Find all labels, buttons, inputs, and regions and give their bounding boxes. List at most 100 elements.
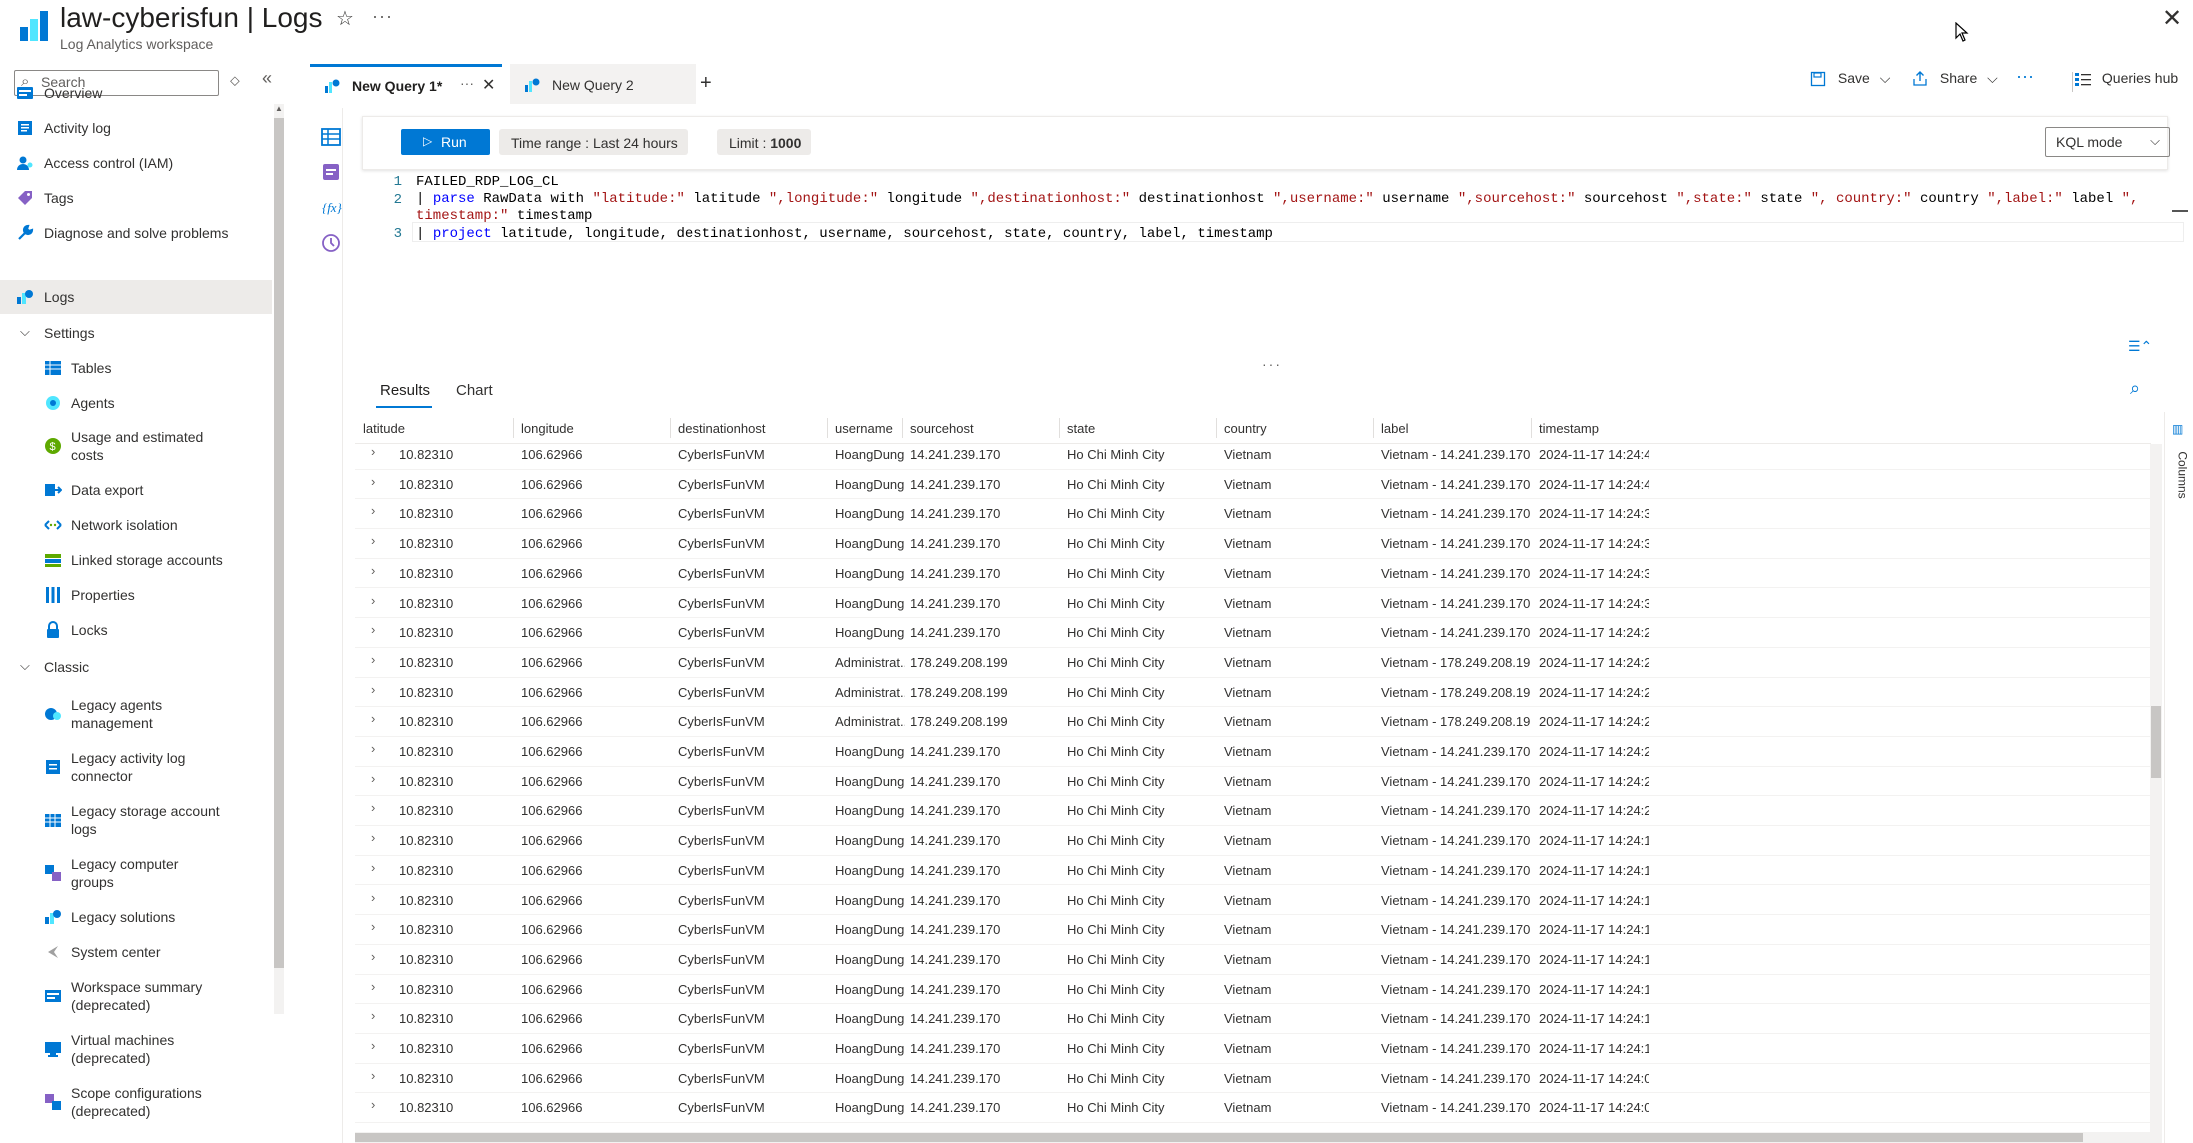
column-separator[interactable]	[513, 418, 514, 438]
tab-chart[interactable]: Chart	[456, 382, 493, 399]
expand-row-chevron-icon[interactable]: ›	[371, 860, 375, 875]
sidebar-item-network-isolation[interactable]: Network isolation	[0, 508, 272, 542]
expand-row-chevron-icon[interactable]: ›	[371, 622, 375, 637]
table-row[interactable]: › 10.82310 106.62966 CyberIsFunVM HoangDung 1…	[355, 915, 2151, 945]
tab-more-icon[interactable]: ···	[460, 75, 474, 91]
sidebar-item-usage[interactable]: $ Usage and estimated costs	[0, 420, 272, 472]
column-separator[interactable]	[1373, 418, 1374, 438]
column-header-sourcehost[interactable]: sourcehost	[910, 421, 974, 436]
expand-row-chevron-icon[interactable]: ›	[371, 593, 375, 608]
table-row[interactable]: › 10.82310 106.62966 CyberIsFunVM HoangDung 1…	[355, 529, 2151, 559]
table-row[interactable]: › 10.82310 106.62966 CyberIsFunVM HoangDung 1…	[355, 1034, 2151, 1064]
column-header-timestamp[interactable]: timestamp	[1539, 421, 1599, 436]
sidebar-item-logs[interactable]: Logs	[0, 280, 272, 314]
results-vertical-scrollbar[interactable]	[2150, 444, 2162, 1134]
sidebar-item-diagnose[interactable]: Diagnose and solve problems	[0, 216, 272, 250]
sidebar-item-legacy-computer-groups[interactable]: Legacy computer groups	[0, 847, 272, 899]
table-row[interactable]: › 10.82310 106.62966 CyberIsFunVM HoangDung 1…	[355, 886, 2151, 916]
sidebar-item-scope-configurations[interactable]: Scope configurations (deprecated)	[0, 1076, 272, 1128]
expand-row-chevron-icon[interactable]: ›	[371, 1068, 375, 1083]
table-row[interactable]: › 10.82310 106.62966 CyberIsFunVM HoangDung 1…	[355, 945, 2151, 975]
expand-row-chevron-icon[interactable]: ›	[371, 1038, 375, 1053]
expand-row-chevron-icon[interactable]: ›	[371, 533, 375, 548]
resize-handle-icon[interactable]: ···	[1262, 356, 1282, 372]
table-row[interactable]: › 10.82310 106.62966 CyberIsFunVM HoangDung 1…	[355, 796, 2151, 827]
more-toolbar-icon[interactable]: ···	[2016, 66, 2034, 87]
table-row[interactable]: › 10.82310 106.62966 CyberIsFunVM Administra…	[355, 707, 2151, 737]
time-range-picker[interactable]: Time range : Last 24 hours	[499, 129, 688, 155]
sidebar-item-agents[interactable]: Agents	[0, 386, 272, 420]
column-header-destinationhost[interactable]: destinationhost	[678, 421, 765, 436]
kql-mode-dropdown[interactable]: KQL mode ⌵	[2045, 127, 2170, 157]
tab-close-icon[interactable]: ✕	[482, 75, 495, 95]
column-header-label[interactable]: label	[1381, 421, 1408, 436]
results-horizontal-scrollbar-thumb[interactable]	[355, 1133, 2083, 1142]
table-row[interactable]: › 10.82310 106.62966 CyberIsFunVM HoangDung 1…	[355, 1004, 2151, 1034]
sidebar-item-workspace-summary[interactable]: Workspace summary (deprecated)	[0, 970, 272, 1022]
expand-row-chevron-icon[interactable]: ›	[371, 1097, 375, 1112]
limit-picker[interactable]: Limit : 1000	[717, 129, 812, 155]
column-header-country[interactable]: country	[1224, 421, 1267, 436]
expand-row-chevron-icon[interactable]: ›	[371, 830, 375, 845]
results-search-icon[interactable]: ⌕	[2130, 378, 2140, 399]
column-separator[interactable]	[1216, 418, 1217, 438]
tab-results[interactable]: Results	[380, 382, 430, 399]
sidebar-item-tables[interactable]: Tables	[0, 351, 272, 385]
tables-rail-icon[interactable]	[320, 126, 342, 148]
sidebar-item-virtual-machines[interactable]: Virtual machines (deprecated)	[0, 1023, 272, 1075]
column-separator[interactable]	[1531, 418, 1532, 438]
expand-row-chevron-icon[interactable]: ›	[371, 1008, 375, 1023]
tab-new-query-1[interactable]: New Query 1* ··· ✕	[310, 64, 502, 104]
expand-row-chevron-icon[interactable]: ›	[371, 919, 375, 934]
table-row[interactable]: › 10.82310 106.62966 CyberIsFunVM HoangDung 1…	[355, 499, 2151, 530]
table-row[interactable]: › 10.82310 106.62966 CyberIsFunVM HoangDung 1…	[355, 826, 2151, 856]
table-row[interactable]: › 10.82310 106.62966 CyberIsFunVM HoangDung 1…	[355, 618, 2151, 648]
sidebar-item-locks[interactable]: Locks	[0, 613, 272, 647]
sidebar-scrollbar-thumb[interactable]	[274, 118, 284, 968]
sidebar-item-iam[interactable]: Access control (IAM)	[0, 146, 272, 180]
expand-row-chevron-icon[interactable]: ›	[371, 890, 375, 905]
expand-row-chevron-icon[interactable]: ›	[371, 741, 375, 756]
scroll-up-arrow-icon[interactable]: ▲	[275, 104, 283, 113]
columns-side-panel[interactable]: ▥ Columns	[2164, 412, 2193, 1143]
sidebar-item-data-export[interactable]: Data export	[0, 473, 272, 507]
table-row[interactable]: › 10.82310 106.62966 CyberIsFunVM HoangDung 1…	[355, 589, 2151, 619]
sidebar-item-legacy-activity[interactable]: Legacy activity log connector	[0, 741, 272, 793]
column-separator[interactable]	[1059, 418, 1060, 438]
table-row[interactable]: › 10.82310 106.62966 CyberIsFunVM HoangDung 1…	[355, 470, 2151, 500]
sidebar-item-activity-log[interactable]: Activity log	[0, 111, 272, 145]
table-row[interactable]: › 10.82310 106.62966 CyberIsFunVM HoangDung 1…	[355, 1093, 2151, 1124]
collapse-editor-icon[interactable]: ☰⌃	[2128, 338, 2152, 355]
expand-row-chevron-icon[interactable]: ›	[371, 949, 375, 964]
sidebar-item-legacy-agents[interactable]: Legacy agents management	[0, 688, 272, 740]
column-separator[interactable]	[827, 418, 828, 438]
expand-row-chevron-icon[interactable]: ›	[371, 444, 375, 459]
expand-row-chevron-icon[interactable]: ›	[371, 711, 375, 726]
sidebar-item-legacy-solutions[interactable]: Legacy solutions	[0, 900, 272, 934]
sidebar-item-system-center[interactable]: System center	[0, 935, 272, 969]
table-row[interactable]: › 10.82310 106.62966 CyberIsFunVM HoangDung 1…	[355, 856, 2151, 886]
column-separator[interactable]	[902, 418, 903, 438]
more-options-icon[interactable]: ···	[372, 6, 393, 27]
sidebar-item-overview[interactable]: Overview	[0, 76, 272, 110]
table-row[interactable]: › 10.82310 106.62966 CyberIsFunVM HoangDung 1…	[355, 1064, 2151, 1094]
favorite-star-icon[interactable]: ☆	[336, 6, 354, 31]
history-rail-icon[interactable]	[320, 232, 342, 254]
expand-row-chevron-icon[interactable]: ›	[371, 682, 375, 697]
column-header-state[interactable]: state	[1067, 421, 1095, 436]
sidebar-item-linked-storage[interactable]: Linked storage accounts	[0, 543, 272, 577]
expand-row-chevron-icon[interactable]: ›	[371, 474, 375, 489]
add-tab-icon[interactable]: +	[700, 72, 712, 95]
results-horizontal-scrollbar[interactable]	[355, 1132, 2162, 1143]
sidebar-scrollbar[interactable]: ▲	[274, 104, 284, 1014]
table-row[interactable]: › 10.82310 106.62966 CyberIsFunVM Administra…	[355, 648, 2151, 678]
queries-hub-button[interactable]: Queries hub	[2074, 70, 2178, 87]
expand-row-chevron-icon[interactable]: ›	[371, 979, 375, 994]
expand-row-chevron-icon[interactable]: ›	[371, 503, 375, 518]
run-button[interactable]: ▷ Run	[401, 129, 490, 155]
column-header-latitude[interactable]: latitude	[363, 421, 405, 436]
queries-rail-icon[interactable]	[320, 161, 342, 183]
sidebar-item-legacy-storage[interactable]: Legacy storage account logs	[0, 794, 272, 846]
sidebar-group-settings[interactable]: ⌵ Settings	[0, 316, 272, 350]
sidebar-group-classic[interactable]: ⌵ Classic	[0, 650, 272, 684]
